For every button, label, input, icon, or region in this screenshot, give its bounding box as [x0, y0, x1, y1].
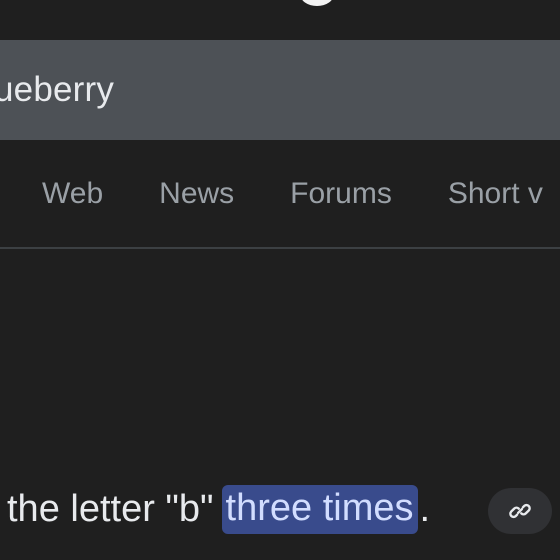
tab-forums[interactable]: Forums — [290, 177, 392, 211]
answer-snippet: the letter "b" three times . — [7, 480, 430, 538]
tab-news[interactable]: News — [159, 177, 234, 211]
search-bar[interactable]: ueberry — [0, 40, 560, 140]
search-tabs: Web News Forums Short v — [0, 140, 560, 248]
copy-link-button[interactable] — [488, 488, 552, 534]
logo-fragment — [300, 0, 334, 6]
link-icon — [509, 503, 531, 519]
tab-web[interactable]: Web — [42, 177, 103, 211]
answer-suffix: . — [419, 487, 431, 530]
tabs-divider — [0, 247, 560, 249]
search-results-screen: ueberry Web News Forums Short v the lett… — [0, 0, 560, 560]
tab-short-videos[interactable]: Short v — [448, 177, 543, 211]
search-query-text[interactable]: ueberry — [0, 70, 114, 110]
answer-highlight: three times — [221, 484, 418, 534]
answer-prefix: the letter "b" — [7, 487, 214, 530]
